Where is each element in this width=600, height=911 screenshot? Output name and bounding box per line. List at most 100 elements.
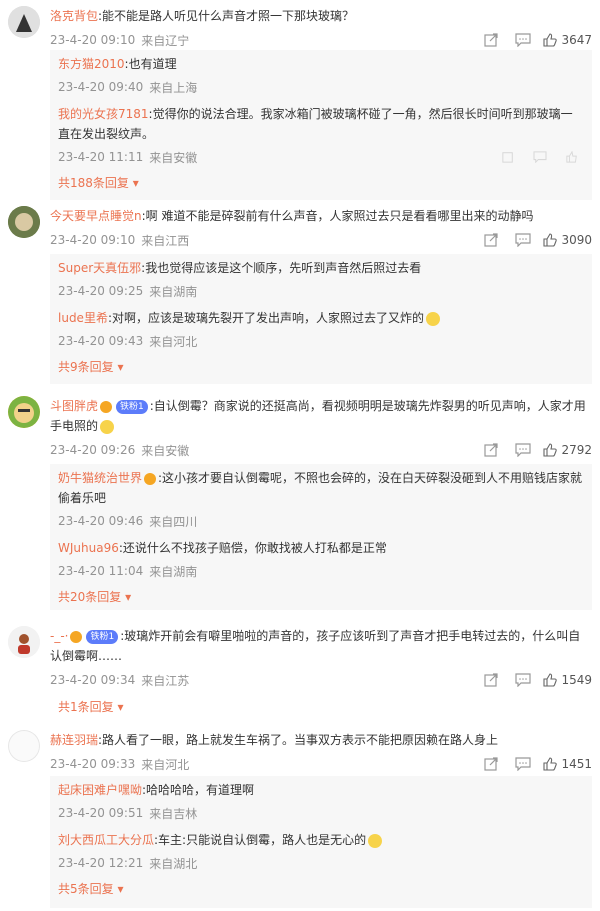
like-count: 3090 [561,233,592,247]
comment-time: 23-4-20 09:34 [50,673,136,687]
fan-badge[interactable]: 铁粉1 [86,629,119,644]
reply-location: 来自四川 [149,514,198,529]
thumbs-up-icon [543,673,558,687]
reply-username[interactable]: 起床困难户嘿呦 [58,783,142,797]
comment-text: :能不能是路人听见什么声音才照一下那块玻璃？ [98,9,355,23]
comment-icon[interactable] [511,29,535,51]
like-count: 3647 [561,33,592,47]
like-count: 1451 [561,757,592,771]
comment-location: 来自江苏 [141,673,190,688]
comment-username[interactable]: -_-· [50,629,68,643]
comment-icon[interactable] [511,753,535,775]
reply-item: 刘大西瓜工大分瓜:车主:只能说自认倒霉，路人也是无心的 23-4-20 12:2… [58,830,584,874]
like-button[interactable]: 3090 [543,233,592,247]
reply-location: 来自湖南 [149,284,198,299]
comment-location: 来自河北 [141,757,190,772]
avatar[interactable] [8,626,40,658]
like-button[interactable]: 1549 [543,673,592,687]
smile-emoji-icon [426,311,440,326]
comment-icon[interactable] [511,669,535,691]
avatar[interactable] [8,730,40,762]
reply-item: 东方猫2010:也有道理 23-4-20 09:40 来自上海 [58,54,584,98]
fan-badge[interactable]: 铁粉1 [116,399,148,414]
reply-username[interactable]: WJuhua96 [58,541,119,555]
reply-username[interactable]: 刘大西瓜工大分瓜 [58,833,154,847]
reply-time: 23-4-20 09:46 [58,514,144,528]
more-replies-link[interactable]: 共188条回复 ▾ [58,174,584,191]
cat-emoji-icon [368,833,383,848]
more-replies-link[interactable]: 共5条回复 ▾ [58,880,584,897]
more-replies-link[interactable]: 共9条回复 ▾ [58,358,584,375]
like-button[interactable]: 3647 [543,33,592,47]
reply-item: 奶牛猫统治世界:这小孩才要自认倒霉呢，不照也会碎的，没在白天碎裂没砸到人不用赔钱… [58,468,584,532]
reply-list: 共1条回复 ▾ [50,692,592,716]
thumbs-up-icon [543,757,558,771]
like-button[interactable]: 2792 [543,443,592,457]
reply-location: 来自湖北 [149,856,198,871]
grin-emoji-icon [100,419,115,434]
reply-item: 起床困难户嘿呦:哈哈哈哈，有道理啊 23-4-20 09:51 来自吉林 [58,780,584,824]
comment-time: 23-4-20 09:10 [50,33,136,47]
more-replies-link[interactable]: 共1条回复 ▾ [58,698,584,715]
reply-username[interactable]: 奶牛猫统治世界 [58,471,142,485]
comment-icon[interactable] [511,229,535,251]
avatar[interactable] [8,6,40,38]
thumbs-up-icon [543,33,558,47]
like-button[interactable]: 1451 [543,757,592,771]
comment-username[interactable]: 斗图胖虎 [50,399,98,413]
reply-text: :我也觉得应该是这个顺序，先听到声音然后照过去看 [141,261,422,275]
share-icon[interactable] [479,669,503,691]
comment-username[interactable]: 洛克背包 [50,9,98,23]
avatar[interactable] [8,206,40,238]
vip-icon [144,472,157,485]
reply-username[interactable]: 东方猫2010 [58,57,125,71]
reply-text: :还说什么不找孩子赔偿，你敢找被人打私都是正常 [118,541,387,555]
comment-time: 23-4-20 09:26 [50,443,136,457]
reply-time: 23-4-20 09:40 [58,80,144,94]
avatar[interactable] [8,396,40,428]
reply-location: 来自安徽 [149,150,198,165]
share-icon[interactable] [479,753,503,775]
thumbs-up-icon [543,443,558,457]
share-icon[interactable] [496,146,520,168]
reply-list: 起床困难户嘿呦:哈哈哈哈，有道理啊 23-4-20 09:51 来自吉林 刘大西瓜… [50,776,592,908]
reply-text: :车主:只能说自认倒霉，路人也是无心的 [154,833,367,847]
reply-username[interactable]: Super天真伍邪 [58,261,141,275]
reply-username[interactable]: 我的光女孩7181 [58,107,149,121]
thumbs-up-icon [543,233,558,247]
reply-list: 东方猫2010:也有道理 23-4-20 09:40 来自上海 我的光女孩7181… [50,50,592,200]
reply-location: 来自湖南 [149,564,198,579]
comment-time: 23-4-20 09:33 [50,757,136,771]
reply-time: 23-4-20 12:21 [58,856,144,870]
reply-time: 23-4-20 11:11 [58,150,144,164]
comment-time: 23-4-20 09:10 [50,233,136,247]
thumbs-up-icon[interactable] [560,146,584,168]
comment-username[interactable]: 赫连羽瑞 [50,733,98,747]
reply-item: lude里希:对啊，应该是玻璃先裂开了发出声响，人家照过去了又炸的 23-4-2… [58,308,584,352]
share-icon[interactable] [479,229,503,251]
like-count: 1549 [561,673,592,687]
reply-username[interactable]: lude里希 [58,311,108,325]
reply-list: Super天真伍邪:我也觉得应该是这个顺序，先听到声音然后照过去看 23-4-2… [50,254,592,384]
comment-location: 来自安徽 [141,443,190,458]
reply-item: 我的光女孩7181:觉得你的说法合理。我家冰箱门被玻璃杯碰了一角，然后很长时间听… [58,104,584,168]
like-count: 2792 [561,443,592,457]
reply-location: 来自河北 [149,334,198,349]
comment-text: :玻璃炸开前会有噼里啪啦的声音的，孩子应该听到了声音才把手电转过去的，什么叫自认… [50,629,581,663]
more-replies-link[interactable]: 共20条回复 ▾ [58,588,584,605]
comment-text: :路人看了一眼，路上就发生车祸了。当事双方表示不能把原因赖在路人身上 [98,733,499,747]
share-icon[interactable] [479,439,503,461]
reply-text: :哈哈哈哈，有道理啊 [142,783,255,797]
comment-location: 来自江西 [141,233,190,248]
reply-time: 23-4-20 11:04 [58,564,144,578]
comment-icon[interactable] [528,146,552,168]
share-icon[interactable] [479,29,503,51]
reply-list: 奶牛猫统治世界:这小孩才要自认倒霉呢，不照也会碎的，没在白天碎裂没砸到人不用赔钱… [50,464,592,610]
reply-item: Super天真伍邪:我也觉得应该是这个顺序，先听到声音然后照过去看 23-4-2… [58,258,584,302]
comment-username[interactable]: 今天要早点睡觉n [50,209,142,223]
comment-text: :啊 难道不能是碎裂前有什么声音，人家照过去只是看看哪里出来的动静吗 [141,209,534,223]
vip-icon [70,630,83,643]
comment-icon[interactable] [511,439,535,461]
reply-text: :对啊，应该是玻璃先裂开了发出声响，人家照过去了又炸的 [107,311,424,325]
reply-text: :也有道理 [124,57,177,71]
